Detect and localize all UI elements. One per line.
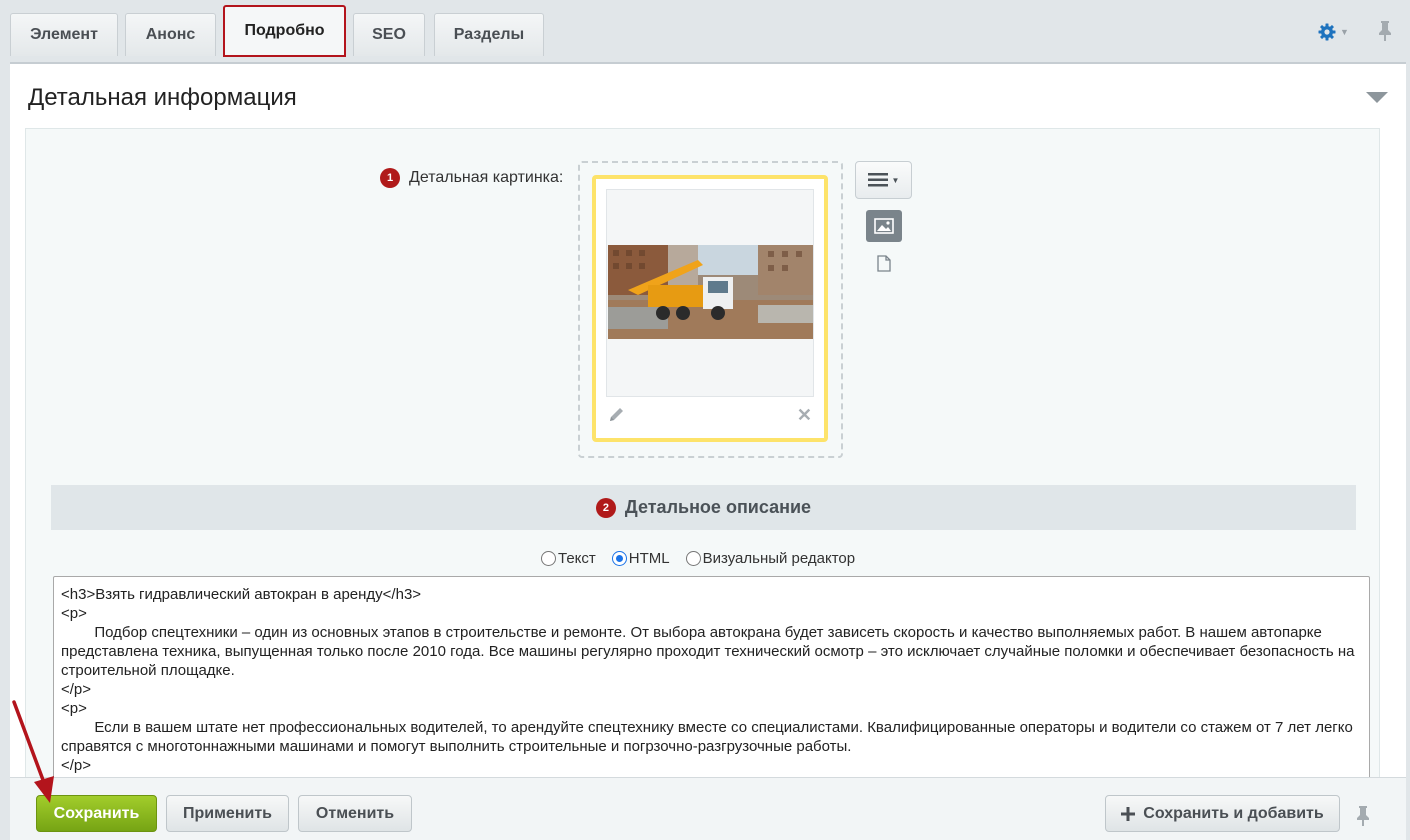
html-editor-textarea[interactable]: <h3>Взять гидравлический автокран в арен… bbox=[53, 576, 1370, 786]
detail-description-title: Детальное описание bbox=[624, 497, 812, 517]
mode-html-label: HTML bbox=[628, 550, 670, 567]
step-badge-2: 2 bbox=[595, 497, 616, 518]
tab-details[interactable]: Подробно bbox=[223, 5, 346, 57]
code-line: </p> bbox=[61, 681, 92, 698]
menu-icon bbox=[867, 173, 888, 187]
pin-icon[interactable] bbox=[1378, 20, 1392, 42]
chevron-down-icon: ▼ bbox=[891, 175, 900, 185]
apply-button[interactable]: Применить bbox=[166, 795, 289, 832]
detail-description-header: 2 Детальное описание bbox=[51, 485, 1356, 530]
mode-visual-radio[interactable] bbox=[685, 551, 701, 566]
image-icon bbox=[874, 218, 894, 234]
annotation-arrow-icon bbox=[12, 700, 54, 803]
mode-text-label: Текст bbox=[558, 550, 596, 567]
detail-content: 1 Детальная картинка: ✕ ▼ 2 Детальное оп… bbox=[25, 128, 1380, 786]
chevron-down-icon: ▼ bbox=[1340, 27, 1349, 37]
truck-crane-image bbox=[608, 245, 813, 339]
step-badge-1: 1 bbox=[380, 168, 400, 188]
mode-visual-label: Визуальный редактор bbox=[702, 550, 856, 567]
code-line: </p> bbox=[61, 757, 92, 774]
save-and-add-button[interactable]: Сохранить и добавить bbox=[1105, 795, 1340, 832]
detail-picture-label: 1 Детальная картинка: bbox=[380, 168, 563, 188]
plus-icon bbox=[1121, 806, 1136, 821]
code-line: Подбор спецтехники – один из основных эт… bbox=[61, 624, 1359, 679]
mode-text[interactable]: Текст bbox=[541, 550, 596, 567]
cancel-button[interactable]: Отменить bbox=[298, 795, 412, 832]
gear-icon bbox=[1318, 23, 1336, 41]
mode-visual[interactable]: Визуальный редактор bbox=[685, 550, 856, 567]
close-icon[interactable]: ✕ bbox=[797, 405, 812, 426]
tab-announce[interactable]: Анонс bbox=[125, 13, 216, 56]
detail-picture-label-text: Детальная картинка: bbox=[409, 169, 564, 186]
bottom-toolbar: Сохранить Применить Отменить Сохранить и… bbox=[10, 777, 1406, 840]
code-line: <h3>Взять гидравлический автокран в арен… bbox=[61, 586, 422, 603]
mode-text-radio[interactable] bbox=[541, 551, 556, 566]
file-icon[interactable] bbox=[877, 255, 891, 272]
code-line: <p> bbox=[61, 700, 87, 717]
pin-icon[interactable] bbox=[1356, 805, 1370, 827]
pencil-icon[interactable] bbox=[608, 407, 626, 425]
section-title: Детальная информация bbox=[28, 84, 297, 111]
code-line: Если в вашем штате нет профессиональных … bbox=[61, 719, 1357, 755]
picture-menu-button[interactable]: ▼ bbox=[855, 161, 912, 199]
save-and-add-label: Сохранить и добавить bbox=[1143, 804, 1324, 822]
mode-html-radio[interactable] bbox=[611, 551, 627, 566]
collapse-arrow-icon[interactable] bbox=[1366, 92, 1388, 103]
mode-html[interactable]: HTML bbox=[611, 550, 670, 567]
picture-canvas bbox=[606, 189, 814, 397]
image-mode-button[interactable] bbox=[866, 210, 902, 242]
picture-preview[interactable]: ✕ bbox=[592, 175, 828, 442]
tab-seo[interactable]: SEO bbox=[353, 13, 425, 56]
tab-element[interactable]: Элемент bbox=[10, 13, 118, 56]
detail-panel: Детальная информация 1 Детальная картинк… bbox=[10, 62, 1406, 786]
tab-sections[interactable]: Разделы bbox=[434, 13, 544, 56]
settings-button[interactable]: ▼ bbox=[1318, 22, 1354, 42]
editor-mode-selector: Текст HTML Визуальный редактор bbox=[541, 550, 871, 567]
code-line: <p> bbox=[61, 605, 87, 622]
